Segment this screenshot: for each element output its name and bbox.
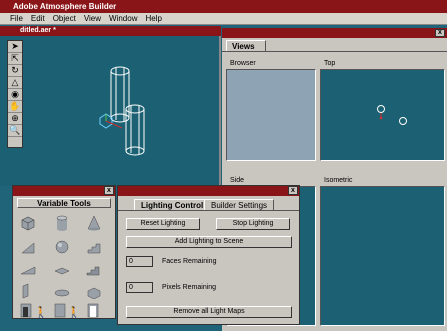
document-title: ditled.aer * xyxy=(20,27,56,34)
zoom-tool[interactable]: ⊕ xyxy=(8,113,22,125)
variable-tools-window: x Variable Tools 🚶 🚶 xyxy=(12,185,116,319)
menu-view[interactable]: View xyxy=(80,13,105,25)
pixels-remaining-label: Pixels Remaining xyxy=(162,284,217,291)
browser-pane-label: Browser xyxy=(226,58,316,69)
pixels-remaining-field: 0 xyxy=(126,282,153,293)
menu-object[interactable]: Object xyxy=(49,13,80,25)
portal-shape-icon[interactable] xyxy=(85,301,103,319)
lighting-control-window: x Lighting Control Builder Settings Rese… xyxy=(117,185,300,325)
sphere-shape-icon[interactable] xyxy=(53,238,71,256)
shape-tool[interactable]: △ xyxy=(8,77,22,89)
tab-views[interactable]: Views xyxy=(226,40,266,51)
tab-builder-settings[interactable]: Builder Settings xyxy=(204,199,275,210)
rotate-tool[interactable]: ↻ xyxy=(8,65,22,77)
app-title-bar: Adobe Atmosphere Builder xyxy=(0,0,447,13)
variable-tools-label: Variable Tools xyxy=(17,198,111,208)
arrow-outline-icon: ⇱ xyxy=(11,53,19,63)
magnify-icon: 🔍 xyxy=(9,125,21,135)
zoom-icon: ⊕ xyxy=(11,113,19,123)
box-shape-icon[interactable] xyxy=(85,282,103,300)
top-view-pane[interactable] xyxy=(320,69,445,161)
top-view-objects xyxy=(377,105,407,125)
disk-shape-icon[interactable] xyxy=(53,282,71,300)
slab-shape-icon[interactable] xyxy=(53,260,71,278)
hand-tool[interactable]: ✋ xyxy=(8,101,22,113)
close-icon[interactable]: x xyxy=(104,186,114,195)
app-title: Adobe Atmosphere Builder xyxy=(13,2,117,11)
top-pane-label: Top xyxy=(320,58,445,69)
cylinder-shape-icon[interactable] xyxy=(53,214,71,232)
doorway-shape-icon[interactable]: 🚶 xyxy=(19,301,47,319)
scene-canvas[interactable] xyxy=(0,36,221,186)
views-title-bar: x xyxy=(222,28,447,38)
rotate-icon: ↻ xyxy=(11,65,19,75)
add-lighting-button[interactable]: Add Lighting to Scene xyxy=(126,236,292,248)
scene-objects xyxy=(99,66,145,156)
arrow-icon: ➤ xyxy=(11,41,19,51)
fill-tool[interactable]: ◉ xyxy=(8,89,22,101)
menu-edit[interactable]: Edit xyxy=(27,13,49,25)
cone-shape-icon[interactable] xyxy=(85,214,103,232)
close-icon[interactable]: x xyxy=(435,29,445,37)
browser-label: Browser xyxy=(230,60,256,67)
wall-shape-icon[interactable] xyxy=(19,282,37,300)
remove-light-maps-button[interactable]: Remove all Light Maps xyxy=(126,306,292,318)
close-icon[interactable]: x xyxy=(288,186,298,195)
fill-icon: ◉ xyxy=(11,89,19,99)
menu-bar: File Edit Object View Window Help xyxy=(0,13,447,25)
lighting-title-bar[interactable]: x xyxy=(118,186,299,196)
faces-remaining-label: Faces Remaining xyxy=(162,258,217,265)
hand-icon: ✋ xyxy=(9,101,21,111)
browser-pane[interactable] xyxy=(226,69,316,161)
stairs-shape-icon[interactable] xyxy=(85,238,103,256)
menu-window[interactable]: Window xyxy=(105,13,141,25)
magnify-tool[interactable]: 🔍 xyxy=(8,125,22,137)
svg-text:🚶: 🚶 xyxy=(67,306,81,318)
faces-remaining-field: 0 xyxy=(126,256,153,267)
cube-shape-icon[interactable] xyxy=(19,214,37,232)
steps-shape-icon[interactable] xyxy=(85,260,103,278)
wedge-shape-icon[interactable] xyxy=(19,238,37,256)
menu-help[interactable]: Help xyxy=(141,13,165,25)
ramp-shape-icon[interactable] xyxy=(19,260,37,278)
menu-file[interactable]: File xyxy=(0,13,27,25)
toolbox: ➤ ⇱ ↻ △ ◉ ✋ ⊕ 🔍 xyxy=(7,40,23,148)
side-label: Side xyxy=(230,177,245,184)
tab-lighting-control[interactable]: Lighting Control xyxy=(134,199,211,210)
stop-lighting-button[interactable]: Stop Lighting xyxy=(216,218,290,230)
document-title-bar[interactable]: ditled.aer * xyxy=(0,26,221,36)
door-shape-icon[interactable]: 🚶 xyxy=(53,301,81,319)
svg-text:🚶: 🚶 xyxy=(34,306,47,318)
select-tool[interactable]: ➤ xyxy=(8,41,22,53)
reset-lighting-button[interactable]: Reset Lighting xyxy=(126,218,200,230)
direct-select-tool[interactable]: ⇱ xyxy=(8,53,22,65)
isometric-label: Isometric xyxy=(324,177,353,184)
isometric-pane-label: Isometric xyxy=(320,175,445,186)
top-label: Top xyxy=(324,60,336,67)
shape-icon: △ xyxy=(11,77,19,87)
variable-tools-title-bar[interactable]: x xyxy=(13,186,115,196)
isometric-view-pane[interactable] xyxy=(320,186,445,326)
